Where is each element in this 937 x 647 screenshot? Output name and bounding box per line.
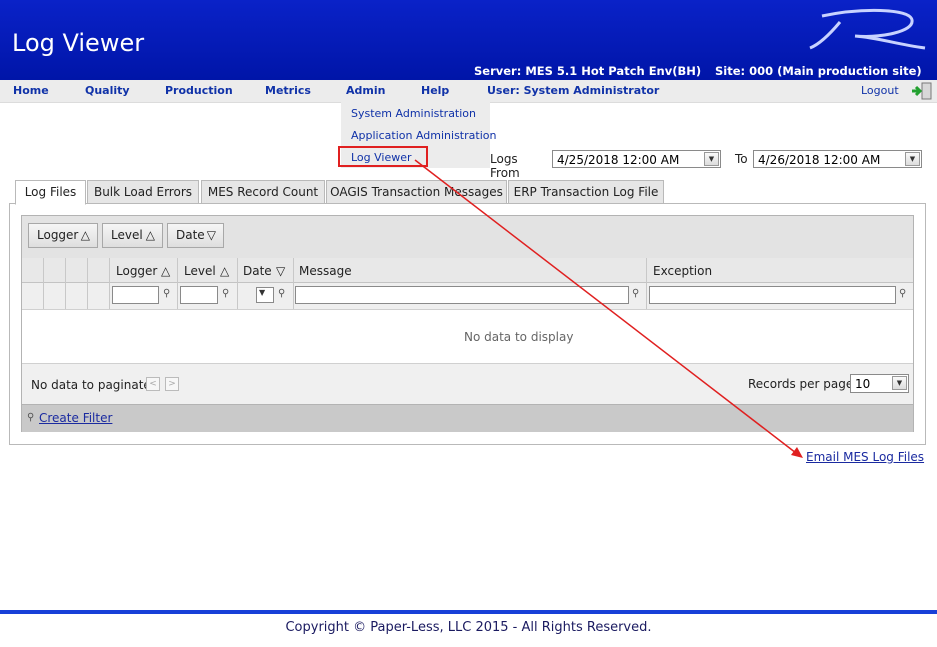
- tab-erp-transaction-log-file[interactable]: ERP Transaction Log File: [508, 180, 664, 204]
- current-user: User: System Administrator: [487, 84, 660, 97]
- tab-oagis-transaction-messages[interactable]: OAGIS Transaction Messages: [326, 180, 507, 204]
- filter-funnel-icon: ⚲: [27, 412, 35, 423]
- empty-grid-message: No data to display: [464, 330, 574, 344]
- column-header-message[interactable]: Message: [299, 264, 352, 278]
- footer-divider: [0, 610, 937, 614]
- date-filter-select[interactable]: ▼: [256, 287, 274, 303]
- group-button-logger[interactable]: Logger △: [28, 223, 98, 248]
- create-filter-bar: [22, 404, 913, 432]
- column-divider: [87, 258, 88, 309]
- level-filter-input[interactable]: [180, 286, 218, 304]
- logout-icon[interactable]: [910, 81, 934, 101]
- nav-help[interactable]: Help: [421, 84, 449, 97]
- group-button-date[interactable]: Date ▽: [167, 223, 224, 248]
- server-info: Server: MES 5.1 Hot Patch Env(BH): [474, 64, 702, 78]
- column-divider: [65, 258, 66, 309]
- tab-mes-record-count[interactable]: MES Record Count: [201, 180, 325, 204]
- logout-link[interactable]: Logout: [861, 84, 899, 97]
- filter-funnel-icon[interactable]: ⚲: [278, 288, 285, 299]
- column-divider: [109, 258, 110, 309]
- nav-metrics[interactable]: Metrics: [265, 84, 311, 97]
- page-title: Log Viewer: [12, 29, 145, 57]
- column-divider: [43, 258, 44, 309]
- logs-to-value: 4/26/2018 12:00 AM: [758, 153, 881, 167]
- filter-funnel-icon[interactable]: ⚲: [163, 288, 170, 299]
- exception-filter-input[interactable]: [649, 286, 896, 304]
- logs-from-select[interactable]: 4/25/2018 12:00 AM ▼: [552, 150, 721, 168]
- copyright-footer: Copyright © Paper-Less, LLC 2015 - All R…: [285, 620, 652, 635]
- tab-log-files[interactable]: Log Files: [15, 180, 86, 205]
- sort-asc-icon: △: [145, 228, 155, 242]
- column-divider: [177, 258, 178, 309]
- next-page-button[interactable]: >: [165, 377, 179, 391]
- chevron-down-icon: ▼: [259, 288, 266, 297]
- column-divider: [293, 258, 294, 309]
- nav-bar: [0, 80, 937, 103]
- sort-desc-icon: ▽: [206, 228, 216, 242]
- message-filter-input[interactable]: [295, 286, 629, 304]
- paginate-status: No data to paginate: [31, 378, 151, 392]
- nav-production[interactable]: Production: [165, 84, 233, 97]
- nav-admin[interactable]: Admin: [346, 84, 385, 97]
- column-header-date[interactable]: Date: [243, 264, 272, 278]
- filter-funnel-icon[interactable]: ⚲: [222, 288, 229, 299]
- column-divider: [646, 258, 647, 309]
- highlight-box: [338, 146, 428, 167]
- logs-from-value: 4/25/2018 12:00 AM: [557, 153, 680, 167]
- records-per-page-value: 10: [855, 377, 871, 391]
- records-per-page-select[interactable]: 10 ▼: [850, 374, 909, 393]
- nav-quality[interactable]: Quality: [85, 84, 130, 97]
- tab-bulk-load-errors[interactable]: Bulk Load Errors: [87, 180, 199, 204]
- sort-asc-icon: △: [220, 264, 230, 278]
- group-logger-label: Logger: [37, 228, 79, 242]
- column-divider: [237, 258, 238, 309]
- to-label: To: [735, 152, 748, 166]
- logs-from-label: Logs From: [490, 152, 520, 180]
- group-date-label: Date: [176, 228, 205, 242]
- chevron-down-icon[interactable]: ▼: [892, 376, 907, 390]
- group-level-label: Level: [111, 228, 143, 242]
- menu-application-administration[interactable]: Application Administration: [351, 129, 496, 142]
- company-logo: [809, 8, 926, 50]
- records-per-page-label: Records per page:: [748, 377, 858, 391]
- nav-home[interactable]: Home: [13, 84, 49, 97]
- sort-desc-icon: ▽: [276, 264, 286, 278]
- site-info: Site: 000 (Main production site): [715, 64, 922, 78]
- chevron-down-icon[interactable]: ▼: [905, 152, 920, 166]
- logs-to-select[interactable]: 4/26/2018 12:00 AM ▼: [753, 150, 922, 168]
- email-log-files-link[interactable]: Email MES Log Files: [806, 450, 924, 464]
- filter-funnel-icon[interactable]: ⚲: [899, 288, 906, 299]
- column-header-exception[interactable]: Exception: [653, 264, 712, 278]
- previous-page-button[interactable]: <: [146, 377, 160, 391]
- column-header-logger[interactable]: Logger: [116, 264, 157, 278]
- filter-funnel-icon[interactable]: ⚲: [632, 288, 639, 299]
- column-header-level[interactable]: Level: [184, 264, 216, 278]
- create-filter-link[interactable]: Create Filter: [39, 411, 112, 425]
- group-button-level[interactable]: Level △: [102, 223, 163, 248]
- chevron-down-icon[interactable]: ▼: [704, 152, 719, 166]
- sort-asc-icon: △: [80, 228, 90, 242]
- menu-system-administration[interactable]: System Administration: [351, 107, 476, 120]
- sort-asc-icon: △: [161, 264, 171, 278]
- logger-filter-input[interactable]: [112, 286, 159, 304]
